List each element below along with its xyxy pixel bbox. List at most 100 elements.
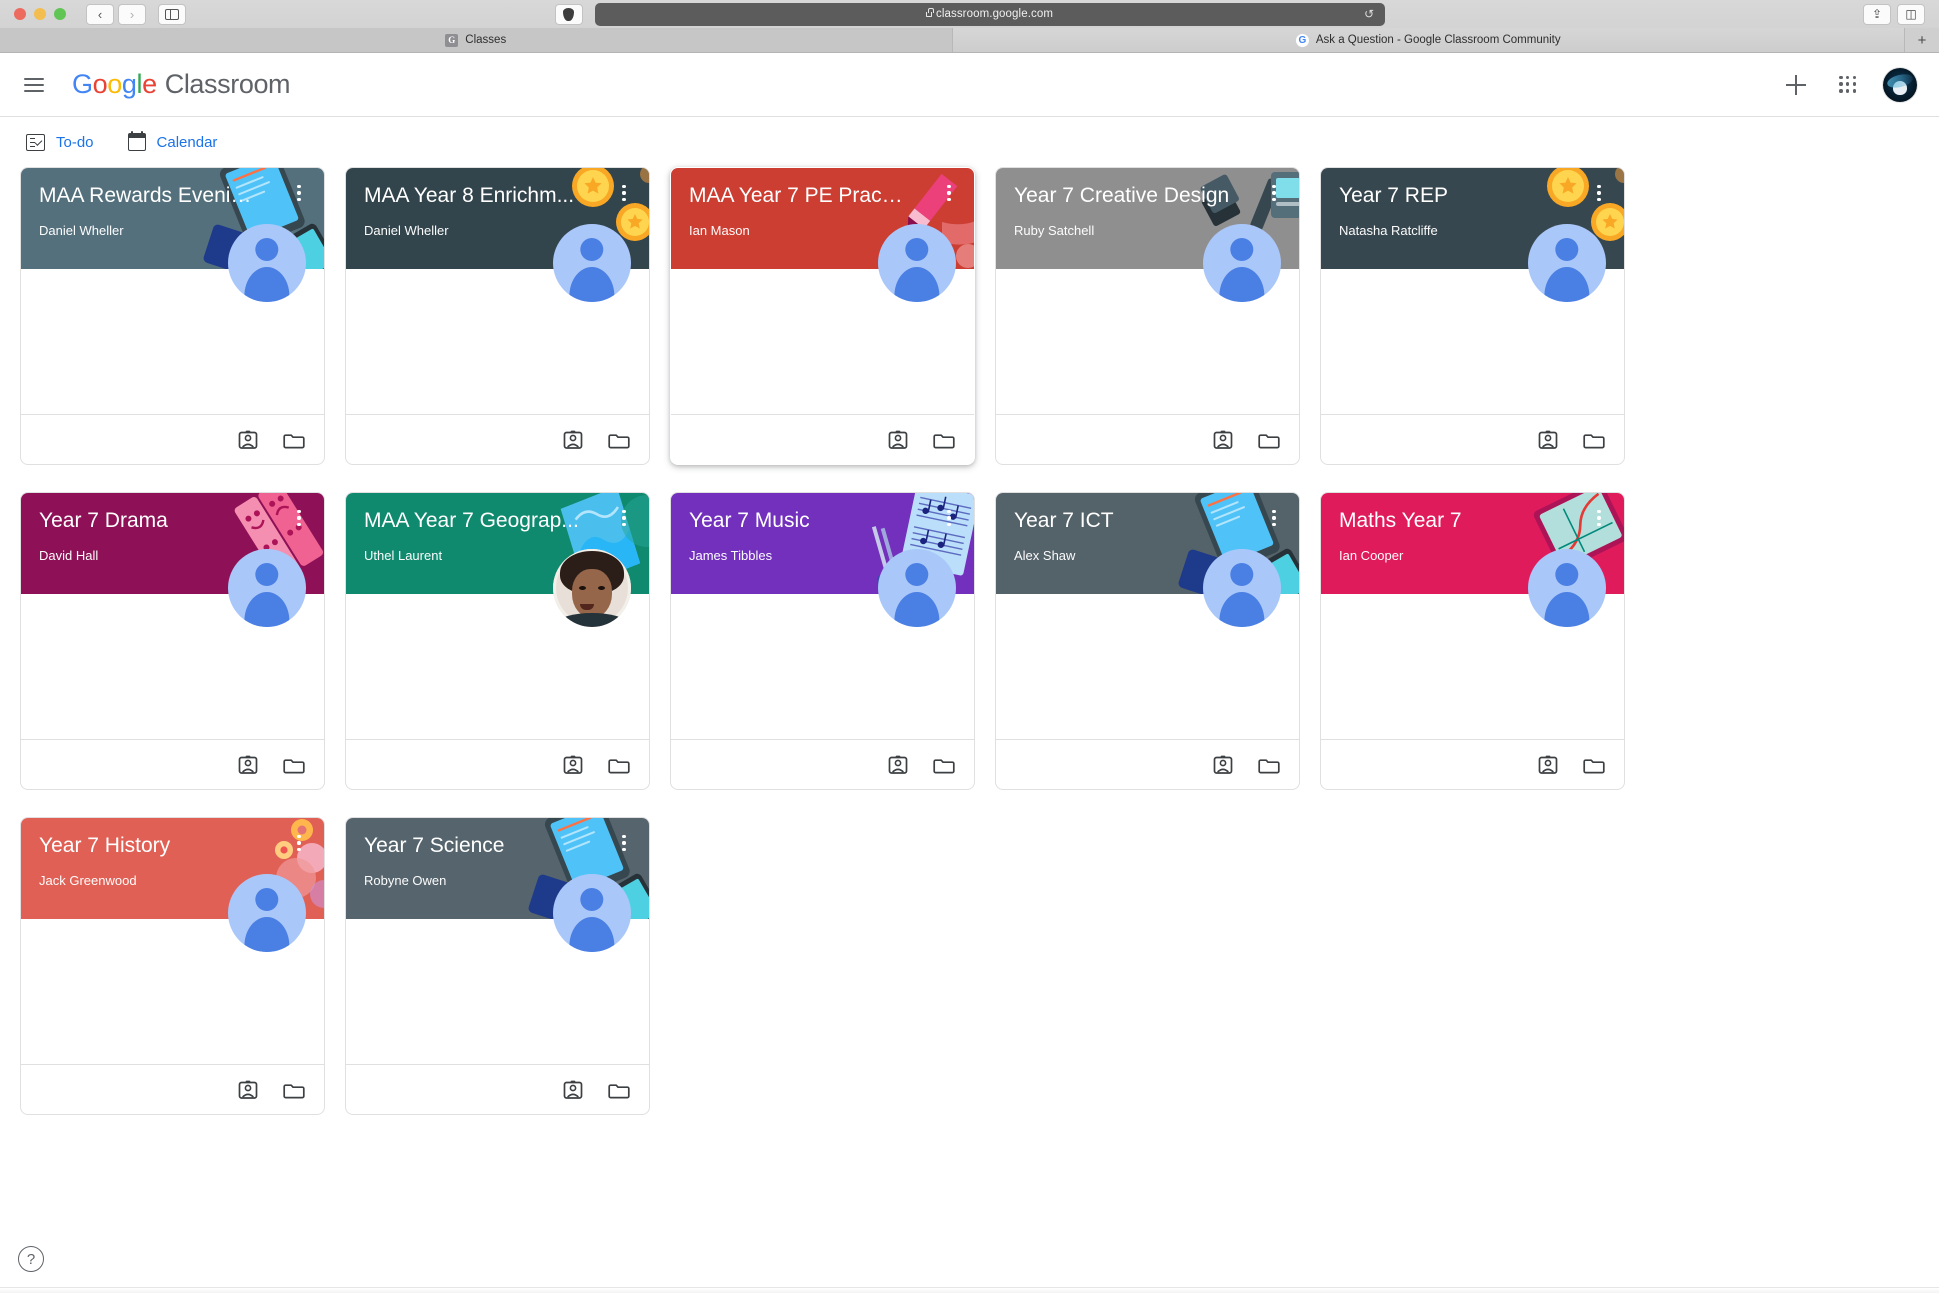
class-card-title[interactable]: Year 7 REP	[1339, 184, 1557, 208]
class-card-title[interactable]: Year 7 Creative Design	[1014, 184, 1232, 208]
class-card-more-options-button[interactable]	[936, 180, 962, 206]
avatar-body	[1544, 591, 1590, 627]
class-card[interactable]: MAA Rewards Evenin... Daniel Wheller	[20, 167, 325, 465]
class-card-more-options-button[interactable]	[286, 830, 312, 856]
teacher-avatar	[1203, 224, 1281, 302]
open-folder-button[interactable]	[282, 753, 306, 777]
minimize-window-button[interactable]	[34, 8, 46, 20]
create-or-join-class-button[interactable]	[1775, 64, 1817, 106]
open-folder-button[interactable]	[1257, 428, 1281, 452]
open-folder-button[interactable]	[1582, 428, 1606, 452]
open-folder-button[interactable]	[607, 1078, 631, 1102]
class-card-footer	[996, 414, 1299, 464]
class-card[interactable]: Maths Year 7 Ian Cooper	[1320, 492, 1625, 790]
nav-item-calendar[interactable]: Calendar	[127, 131, 217, 151]
google-apps-button[interactable]	[1827, 64, 1869, 106]
open-work-button[interactable]	[1536, 428, 1560, 452]
open-work-button[interactable]	[236, 753, 260, 777]
tab-overview-button[interactable]: ◫	[1897, 3, 1925, 25]
class-card-title[interactable]: Year 7 Science	[364, 834, 582, 858]
lock-icon	[925, 8, 934, 17]
class-card-footer	[21, 739, 324, 789]
privacy-report-button[interactable]	[554, 3, 583, 25]
class-card-title[interactable]: MAA Year 7 Geograp...	[364, 509, 582, 533]
google-favicon-icon: G	[445, 33, 459, 47]
open-work-icon	[888, 755, 908, 774]
class-card[interactable]: MAA Year 8 Enrichm... Daniel Wheller	[345, 167, 650, 465]
class-card-title[interactable]: Year 7 Drama	[39, 509, 257, 533]
maximize-window-button[interactable]	[54, 8, 66, 20]
back-button[interactable]: ‹	[86, 3, 114, 25]
sidebar-toggle-button[interactable]	[158, 3, 186, 25]
open-folder-button[interactable]	[282, 428, 306, 452]
open-folder-button[interactable]	[607, 753, 631, 777]
class-card[interactable]: Year 7 Drama David Hall	[20, 492, 325, 790]
class-card-more-options-button[interactable]	[1261, 505, 1287, 531]
class-card-more-options-button[interactable]	[936, 505, 962, 531]
folder-icon	[933, 758, 955, 773]
reload-icon[interactable]: ↻	[1364, 7, 1374, 21]
class-card-footer	[346, 1064, 649, 1114]
class-card-more-options-button[interactable]	[611, 180, 637, 206]
class-card-title[interactable]: Year 7 Music	[689, 509, 907, 533]
open-folder-button[interactable]	[932, 428, 956, 452]
class-card-more-options-button[interactable]	[611, 505, 637, 531]
class-card-title[interactable]: MAA Year 8 Enrichm...	[364, 184, 582, 208]
class-card[interactable]: Year 7 ICT Alex Shaw	[995, 492, 1300, 790]
tab-strip: G Classes G Ask a Question - Google Clas…	[0, 28, 1939, 52]
hamburger-line	[24, 83, 44, 86]
forward-button[interactable]: ›	[118, 3, 146, 25]
open-work-button[interactable]	[886, 753, 910, 777]
class-card-title[interactable]: Year 7 ICT	[1014, 509, 1232, 533]
class-card[interactable]: Year 7 REP Natasha Ratcliffe	[1320, 167, 1625, 465]
folder-icon	[1258, 433, 1280, 448]
sidebar-icon	[165, 8, 179, 20]
open-work-button[interactable]	[236, 428, 260, 452]
address-bar[interactable]: classroom.google.com ↻	[594, 2, 1385, 26]
close-window-button[interactable]	[14, 8, 26, 20]
class-card-title[interactable]: Maths Year 7	[1339, 509, 1557, 533]
teacher-avatar	[1203, 549, 1281, 627]
class-card[interactable]: MAA Year 7 Geograp... Uthel Laurent	[345, 492, 650, 790]
class-card-more-options-button[interactable]	[1586, 180, 1612, 206]
account-button[interactable]	[1879, 64, 1921, 106]
open-work-icon	[238, 1080, 258, 1099]
class-card-title[interactable]: Year 7 History	[39, 834, 257, 858]
class-card-title[interactable]: MAA Year 7 PE Practi...	[689, 184, 907, 208]
open-work-button[interactable]	[1536, 753, 1560, 777]
class-card-title[interactable]: MAA Rewards Evenin...	[39, 184, 257, 208]
open-folder-button[interactable]	[1257, 753, 1281, 777]
class-card-more-options-button[interactable]	[286, 180, 312, 206]
open-work-button[interactable]	[236, 1078, 260, 1102]
open-work-button[interactable]	[1211, 428, 1235, 452]
hamburger-line	[24, 77, 44, 80]
nav-item-todo[interactable]: To-do	[26, 133, 94, 151]
new-tab-button[interactable]: +	[1905, 28, 1939, 52]
browser-tab-classes[interactable]: G Classes	[0, 28, 953, 52]
open-work-button[interactable]	[1211, 753, 1235, 777]
open-work-button[interactable]	[886, 428, 910, 452]
class-card-more-options-button[interactable]	[611, 830, 637, 856]
open-folder-button[interactable]	[607, 428, 631, 452]
class-card[interactable]: Year 7 Music James Tibbles	[670, 492, 975, 790]
class-card[interactable]: Year 7 History Jack Greenwood	[20, 817, 325, 1115]
help-button[interactable]: ?	[18, 1246, 44, 1272]
open-folder-button[interactable]	[282, 1078, 306, 1102]
class-card-more-options-button[interactable]	[1261, 180, 1287, 206]
app-logo[interactable]: Google Classroom	[72, 69, 291, 100]
class-card[interactable]: Year 7 Science Robyne Owen	[345, 817, 650, 1115]
open-folder-button[interactable]	[932, 753, 956, 777]
share-button[interactable]: ⇪	[1863, 3, 1891, 25]
class-card-more-options-button[interactable]	[1586, 505, 1612, 531]
class-card-more-options-button[interactable]	[286, 505, 312, 531]
browser-tab-community[interactable]: G Ask a Question - Google Classroom Comm…	[952, 28, 1905, 52]
window-traffic-lights[interactable]	[14, 8, 66, 20]
open-work-button[interactable]	[561, 753, 585, 777]
class-card[interactable]: MAA Year 7 PE Practi... Ian Mason	[670, 167, 975, 465]
class-card[interactable]: Year 7 Creative Design Ruby Satchell	[995, 167, 1300, 465]
open-folder-button[interactable]	[1582, 753, 1606, 777]
open-work-button[interactable]	[561, 428, 585, 452]
open-work-button[interactable]	[561, 1078, 585, 1102]
main-menu-button[interactable]	[12, 63, 56, 107]
app-header: Google Classroom	[0, 53, 1939, 117]
